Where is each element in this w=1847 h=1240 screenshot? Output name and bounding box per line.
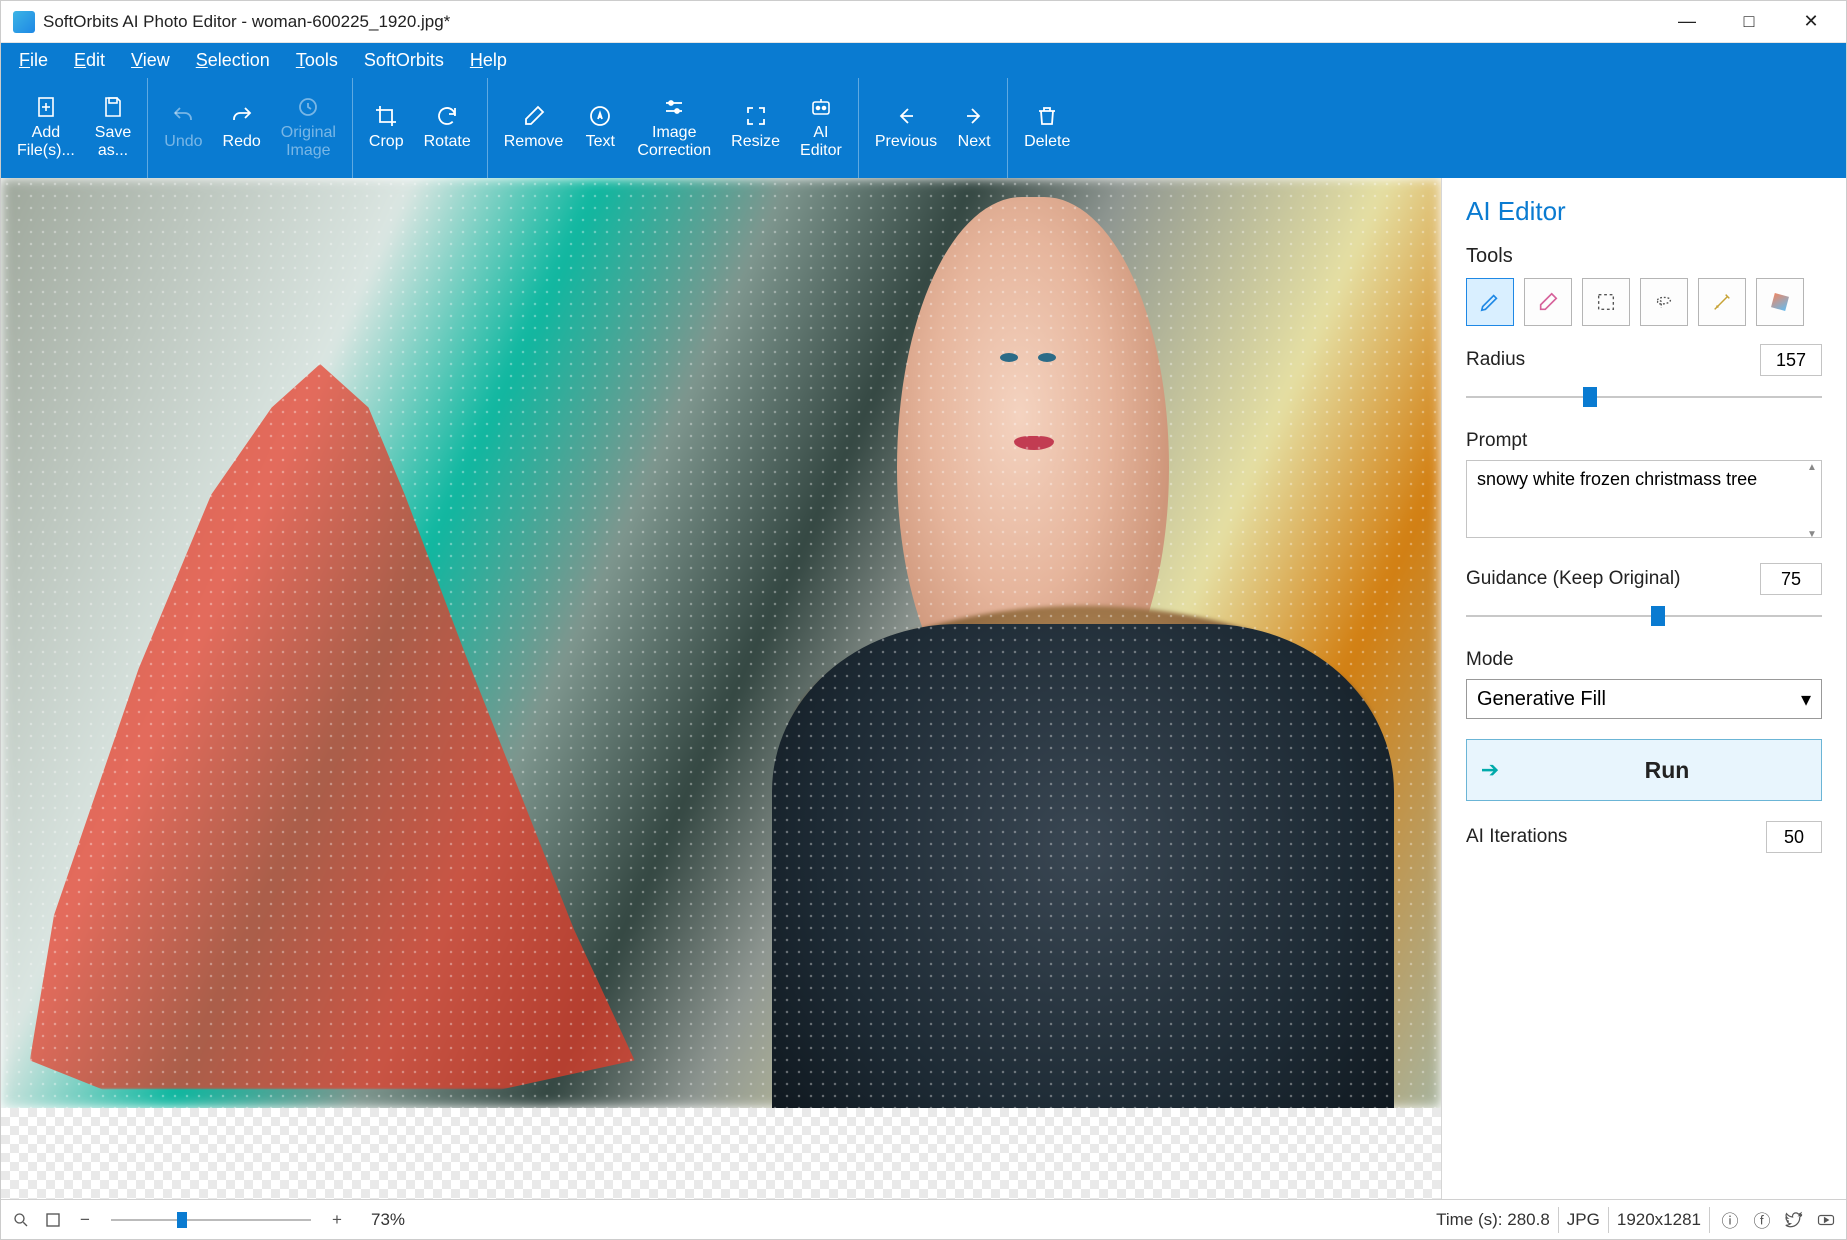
save-as-button[interactable]: Saveas...: [85, 78, 141, 178]
next-button[interactable]: Next: [947, 78, 1001, 178]
guidance-value[interactable]: 75: [1760, 563, 1822, 595]
run-button[interactable]: ➔ Run: [1466, 739, 1822, 801]
gradient-tool-button[interactable]: [1756, 278, 1804, 326]
zoom-actual-icon[interactable]: [9, 1208, 33, 1232]
zoom-out-icon[interactable]: −: [73, 1208, 97, 1232]
menu-tools[interactable]: Tools: [286, 46, 348, 75]
remove-button[interactable]: Remove: [494, 78, 574, 178]
radius-value[interactable]: 157: [1760, 344, 1822, 376]
magic-wand-button[interactable]: [1698, 278, 1746, 326]
zoom-slider[interactable]: [111, 1210, 311, 1230]
image-dimensions: 1920x1281: [1617, 1210, 1701, 1230]
crop-icon: [373, 103, 399, 129]
original-image-button[interactable]: Original Image: [271, 78, 346, 178]
sliders-icon: [661, 94, 687, 120]
delete-button[interactable]: Delete: [1014, 78, 1080, 178]
chevron-down-icon: ▾: [1801, 687, 1811, 712]
radius-label: Radius: [1466, 349, 1525, 371]
twitter-icon[interactable]: [1782, 1208, 1806, 1232]
facebook-icon[interactable]: ⓕ: [1750, 1208, 1774, 1232]
spin-up-icon[interactable]: ▲: [1804, 462, 1820, 474]
guidance-label: Guidance (Keep Original): [1466, 568, 1680, 590]
menu-softorbits[interactable]: SoftOrbits: [354, 46, 454, 75]
image-canvas[interactable]: [1, 178, 1441, 1108]
main-area: AI Editor Tools Radius 157 Prompt ▲: [1, 178, 1846, 1199]
crop-button[interactable]: Crop: [359, 78, 414, 178]
save-icon: [100, 94, 126, 120]
maximize-button[interactable]: □: [1718, 1, 1780, 43]
rectangle-select-button[interactable]: [1582, 278, 1630, 326]
iterations-label: AI Iterations: [1466, 826, 1567, 848]
tool-buttons-row: [1466, 278, 1822, 326]
rotate-icon: [434, 103, 460, 129]
menu-view[interactable]: View: [121, 46, 180, 75]
prompt-label: Prompt: [1466, 430, 1822, 452]
canvas-transparent-area: [1, 1108, 1441, 1199]
ai-editor-button[interactable]: AI Editor: [790, 78, 852, 178]
eraser-icon: [521, 103, 547, 129]
history-icon: [295, 94, 321, 120]
menubar: File Edit View Selection Tools SoftOrbit…: [1, 43, 1846, 78]
undo-button[interactable]: Undo: [154, 78, 212, 178]
mode-value: Generative Fill: [1477, 688, 1606, 711]
iterations-field: AI Iterations 50: [1466, 821, 1822, 853]
arrow-right-icon: [961, 103, 987, 129]
rotate-button[interactable]: Rotate: [414, 78, 481, 178]
statusbar: − + 73% Time (s): 280.8 JPG 1920x1281 ⓘ …: [1, 1199, 1846, 1239]
info-icon[interactable]: ⓘ: [1718, 1208, 1742, 1232]
menu-file[interactable]: File: [9, 46, 58, 75]
window-title: SoftOrbits AI Photo Editor - woman-60022…: [43, 12, 1656, 32]
undo-icon: [170, 103, 196, 129]
titlebar: SoftOrbits AI Photo Editor - woman-60022…: [1, 1, 1846, 43]
text-button[interactable]: Text: [573, 78, 627, 178]
mode-label: Mode: [1466, 649, 1822, 671]
radius-field: Radius 157: [1466, 344, 1822, 410]
tools-label: Tools: [1466, 245, 1822, 268]
run-arrow-icon: ➔: [1467, 757, 1513, 783]
fit-screen-icon[interactable]: [41, 1208, 65, 1232]
run-label: Run: [1513, 757, 1821, 784]
text-icon: [587, 103, 613, 129]
resize-button[interactable]: Resize: [721, 78, 790, 178]
redo-button[interactable]: Redo: [213, 78, 271, 178]
time-elapsed: Time (s): 280.8: [1436, 1210, 1550, 1230]
zoom-percent: 73%: [371, 1210, 405, 1230]
image-correction-button[interactable]: Image Correction: [627, 78, 721, 178]
window-controls: — □ ✕: [1656, 1, 1842, 43]
canvas-area: [1, 178, 1441, 1199]
app-icon: [13, 11, 35, 33]
resize-icon: [743, 103, 769, 129]
panel-title: AI Editor: [1466, 196, 1822, 227]
previous-button[interactable]: Previous: [865, 78, 947, 178]
guidance-slider[interactable]: [1466, 603, 1822, 629]
minimize-button[interactable]: —: [1656, 1, 1718, 43]
toolbar: Add File(s)... Saveas... Undo Redo Origi…: [1, 78, 1846, 178]
zoom-in-icon[interactable]: +: [325, 1208, 349, 1232]
menu-selection[interactable]: Selection: [186, 46, 280, 75]
mode-select[interactable]: Generative Fill ▾: [1466, 679, 1822, 719]
add-file-icon: [33, 94, 59, 120]
close-button[interactable]: ✕: [1780, 1, 1842, 43]
redo-icon: [229, 103, 255, 129]
arrow-left-icon: [893, 103, 919, 129]
lasso-tool-button[interactable]: [1640, 278, 1688, 326]
ai-icon: [808, 94, 834, 120]
prompt-field: Prompt ▲ ▼: [1466, 430, 1822, 543]
add-files-button[interactable]: Add File(s)...: [7, 78, 85, 178]
guidance-field: Guidance (Keep Original) 75: [1466, 563, 1822, 629]
brush-tool-button[interactable]: [1466, 278, 1514, 326]
trash-icon: [1034, 103, 1060, 129]
radius-slider[interactable]: [1466, 384, 1822, 410]
menu-edit[interactable]: Edit: [64, 46, 115, 75]
spin-down-icon[interactable]: ▼: [1804, 529, 1820, 541]
side-panel: AI Editor Tools Radius 157 Prompt ▲: [1441, 178, 1846, 1199]
image-format: JPG: [1567, 1210, 1600, 1230]
prompt-input[interactable]: [1466, 460, 1822, 538]
youtube-icon[interactable]: [1814, 1208, 1838, 1232]
mode-field: Mode Generative Fill ▾: [1466, 649, 1822, 719]
iterations-value[interactable]: 50: [1766, 821, 1822, 853]
eraser-tool-button[interactable]: [1524, 278, 1572, 326]
menu-help[interactable]: Help: [460, 46, 517, 75]
